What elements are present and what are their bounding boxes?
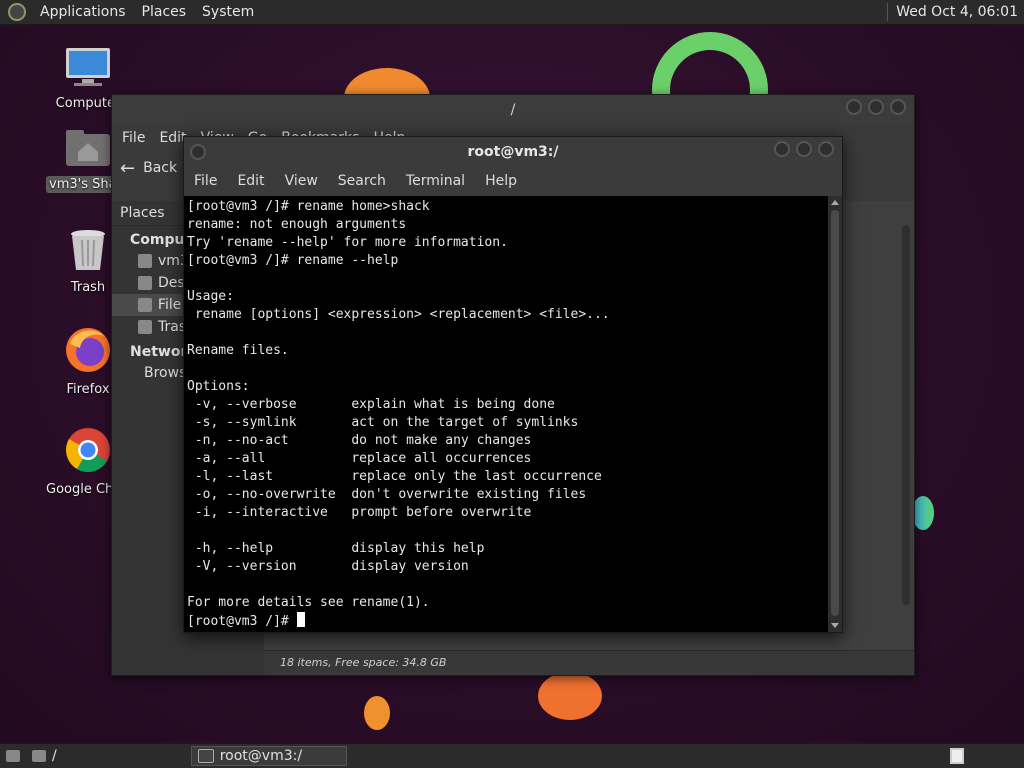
taskbar-item-terminal[interactable]: root@vm3:/ xyxy=(190,746,347,766)
menu-view[interactable]: View xyxy=(285,173,318,189)
terminal-icon xyxy=(197,749,214,763)
terminal-line: -i, --interactive prompt before overwrit… xyxy=(194,505,532,520)
drive-icon xyxy=(138,298,152,312)
home-folder-icon xyxy=(66,130,110,166)
file-list-scrollbar[interactable] xyxy=(902,225,910,605)
decor-small-orange xyxy=(364,696,390,730)
terminal-prompt: [root@vm3 /]# xyxy=(187,614,297,629)
terminal-cursor xyxy=(296,612,305,627)
distro-logo-icon[interactable] xyxy=(8,3,26,21)
menu-file[interactable]: File xyxy=(122,130,145,146)
back-arrow-icon[interactable]: ← xyxy=(120,158,135,179)
scroll-up-arrow-icon[interactable] xyxy=(831,200,839,205)
window-title: root@vm3:/ xyxy=(467,144,559,160)
terminal-line: -h, --help display this help xyxy=(194,541,485,556)
top-panel: Applications Places System Wed Oct 4, 06… xyxy=(0,0,1024,25)
maximize-button[interactable] xyxy=(796,141,812,157)
terminal-line: -a, --all replace all occurrences xyxy=(194,451,532,466)
scrollbar-thumb[interactable] xyxy=(831,210,839,616)
terminal-output[interactable]: [root@vm3 /]# rename home>shack rename: … xyxy=(184,196,828,632)
menu-terminal[interactable]: Terminal xyxy=(406,173,465,189)
desktop-icon xyxy=(138,276,152,290)
clock[interactable]: Wed Oct 4, 06:01 xyxy=(896,4,1024,20)
folder-icon xyxy=(32,750,46,762)
menu-file[interactable]: File xyxy=(194,173,217,189)
chrome-icon xyxy=(66,428,110,472)
menu-places[interactable]: Places xyxy=(134,4,195,20)
workspace-switcher[interactable] xyxy=(950,748,964,764)
taskbar-item-label: root@vm3:/ xyxy=(219,748,303,764)
window-title: / xyxy=(510,102,516,118)
bottom-panel: / root@vm3:/ xyxy=(0,743,1024,768)
terminal-window[interactable]: root@vm3:/ File Edit View Search Termina… xyxy=(183,136,843,633)
terminal-titlebar[interactable]: root@vm3:/ xyxy=(184,137,842,167)
decor-orange-blob-bottom xyxy=(538,672,602,720)
scroll-down-arrow-icon[interactable] xyxy=(831,623,839,628)
terminal-menubar: File Edit View Search Terminal Help xyxy=(184,167,842,195)
maximize-button[interactable] xyxy=(868,99,884,115)
window-menu-icon[interactable] xyxy=(190,144,206,160)
menu-applications[interactable]: Applications xyxy=(32,4,134,20)
terminal-line: For more details see rename(1). xyxy=(187,595,430,610)
terminal-scrollbar[interactable] xyxy=(828,196,842,632)
terminal-line: -V, --version display version xyxy=(194,559,469,574)
taskbar-item-file-manager[interactable]: / xyxy=(26,746,63,766)
close-button[interactable] xyxy=(818,141,834,157)
terminal-line: [root@vm3 /]# rename home>shack xyxy=(187,199,430,214)
terminal-line: Try 'rename --help' for more information… xyxy=(187,235,508,250)
terminal-line: -o, --no-overwrite don't overwrite exist… xyxy=(194,487,587,502)
computer-icon xyxy=(66,48,110,86)
back-button[interactable]: Back xyxy=(143,160,177,176)
minimize-button[interactable] xyxy=(846,99,862,115)
terminal-line: -s, --symlink act on the target of symli… xyxy=(194,415,579,430)
menu-edit[interactable]: Edit xyxy=(237,173,264,189)
taskbar-item-label: / xyxy=(52,748,57,764)
minimize-button[interactable] xyxy=(774,141,790,157)
terminal-line: Usage: xyxy=(187,289,234,304)
panel-separator xyxy=(887,3,889,21)
menu-help[interactable]: Help xyxy=(485,173,517,189)
terminal-text: [root@vm3 /]# rename home>shack rename: … xyxy=(184,196,828,631)
terminal-line: -n, --no-act do not make any changes xyxy=(194,433,532,448)
close-button[interactable] xyxy=(890,99,906,115)
show-desktop-icon xyxy=(6,750,20,762)
terminal-line: Rename files. xyxy=(187,343,289,358)
trash-icon xyxy=(71,230,105,270)
terminal-line: [root@vm3 /]# rename --help xyxy=(187,253,399,268)
decor-blue-green-blob xyxy=(912,496,934,530)
firefox-icon xyxy=(66,328,110,372)
terminal-line: rename [options] <expression> <replaceme… xyxy=(194,307,610,322)
terminal-line: -v, --verbose explain what is being done xyxy=(194,397,555,412)
terminal-line: Options: xyxy=(187,379,250,394)
status-bar: 18 items, Free space: 34.8 GB xyxy=(264,650,914,675)
file-manager-titlebar[interactable]: / xyxy=(112,95,914,125)
menu-system[interactable]: System xyxy=(194,4,262,20)
menu-search[interactable]: Search xyxy=(338,173,386,189)
show-desktop-button[interactable] xyxy=(0,746,26,766)
trash-small-icon xyxy=(138,320,152,334)
home-icon xyxy=(138,254,152,268)
terminal-line: -l, --last replace only the last occurre… xyxy=(194,469,602,484)
terminal-line: rename: not enough arguments xyxy=(187,217,407,232)
